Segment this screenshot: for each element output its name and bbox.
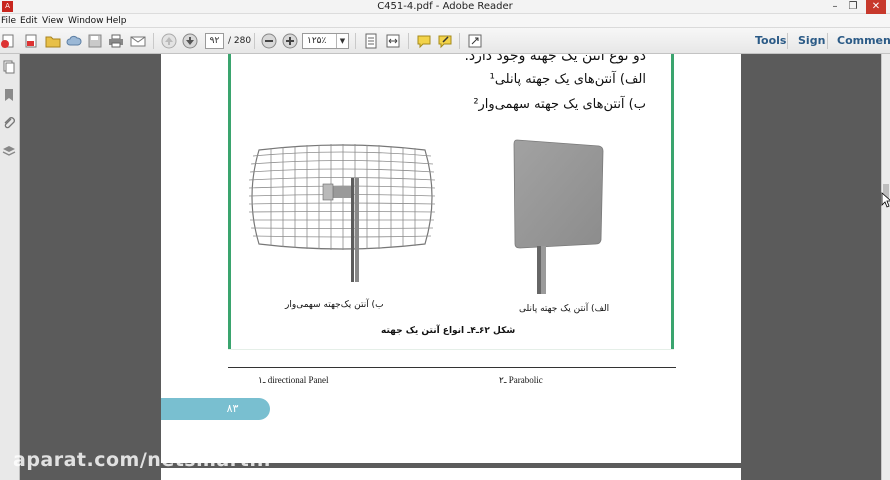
expand-icon[interactable] xyxy=(467,33,483,49)
zoom-select[interactable]: ۱۲۵٪ ▼ xyxy=(302,33,349,49)
mouse-cursor-icon xyxy=(881,192,890,208)
maximize-button[interactable]: ❐ xyxy=(844,0,862,14)
toolbar: ۹۲ / 280 ۱۲۵٪ ▼ Tools Sign Commen xyxy=(0,28,890,54)
previous-page-icon[interactable] xyxy=(161,33,177,49)
caption-panel-antenna: الف) آنتن یک جهته پانلی xyxy=(519,304,610,314)
tools-button[interactable]: Tools xyxy=(755,28,786,54)
attachments-icon[interactable] xyxy=(2,116,16,130)
watermark: aparat.com/netsmart.ir xyxy=(13,449,274,471)
sign-button[interactable]: Sign xyxy=(798,28,825,54)
menu-help[interactable]: Help xyxy=(106,14,127,28)
zoom-out-icon[interactable] xyxy=(261,33,277,49)
zoom-in-icon[interactable] xyxy=(282,33,298,49)
document-view[interactable]: دو نوع آنتن یک جهته وجود دارد. الف) آنتن… xyxy=(21,54,881,480)
menu-bar: File Edit View Window Help xyxy=(0,14,890,28)
create-pdf-alt-icon[interactable] xyxy=(23,33,39,49)
email-icon[interactable] xyxy=(130,33,146,49)
highlight-icon[interactable] xyxy=(437,33,453,49)
next-page-icon[interactable] xyxy=(182,33,198,49)
page-thumbnails-icon[interactable] xyxy=(2,60,16,74)
cloud-icon[interactable] xyxy=(66,33,82,49)
close-button[interactable]: ✕ xyxy=(866,0,886,14)
footnote-2: ۲ـ Parabolic xyxy=(499,375,543,385)
menu-view[interactable]: View xyxy=(42,14,63,28)
vertical-scrollbar[interactable] xyxy=(881,54,890,480)
open-folder-icon[interactable] xyxy=(45,33,61,49)
panel-antenna-image xyxy=(507,136,607,296)
bookmarks-icon[interactable] xyxy=(2,88,16,102)
title-bar: A C451-4.pdf - Adobe Reader – ❐ ✕ xyxy=(0,0,890,14)
print-icon[interactable] xyxy=(108,33,124,49)
body-line-3: ب) آنتن‌های یک جهته سهمی‌وار² xyxy=(473,97,646,112)
page-total: / 280 xyxy=(228,36,252,46)
body-line-1: دو نوع آنتن یک جهته وجود دارد. xyxy=(464,54,646,64)
navigation-pane xyxy=(0,54,20,480)
fit-width-icon[interactable] xyxy=(385,33,401,49)
frame-border-left xyxy=(228,54,231,350)
frame-border-right xyxy=(671,54,674,350)
create-pdf-icon[interactable] xyxy=(0,33,16,49)
minimize-button[interactable]: – xyxy=(826,0,844,14)
page-number-tab: ۸۳ xyxy=(161,398,270,420)
sticky-note-icon[interactable] xyxy=(416,33,432,49)
layers-icon[interactable] xyxy=(2,144,16,158)
zoom-value: ۱۲۵٪ xyxy=(307,36,327,46)
frame-border-bottom xyxy=(228,349,674,350)
window-title: C451-4.pdf - Adobe Reader xyxy=(377,1,513,12)
grid-parabolic-antenna-image xyxy=(247,142,437,292)
caption-grid-antenna: ب) آنتن یک‌جهته سهمی‌وار xyxy=(285,300,384,310)
fit-page-icon[interactable] xyxy=(363,33,379,49)
page-number: ۸۳ xyxy=(226,402,239,415)
body-line-2: الف) آنتن‌های یک جهته پانلی¹ xyxy=(489,72,646,87)
footnote-1: ۱ـ directional Panel xyxy=(258,375,329,385)
menu-edit[interactable]: Edit xyxy=(20,14,37,28)
footnote-rule xyxy=(228,367,676,368)
chevron-down-icon[interactable]: ▼ xyxy=(336,34,348,48)
adobe-reader-window: A C451-4.pdf - Adobe Reader – ❐ ✕ File E… xyxy=(0,0,890,480)
menu-window[interactable]: Window xyxy=(68,14,104,28)
save-icon[interactable] xyxy=(87,33,103,49)
pdf-page: دو نوع آنتن یک جهته وجود دارد. الف) آنتن… xyxy=(161,54,741,463)
figure-caption: شکل ۶۲ـ۴ـ انواع آنتن یک جهته xyxy=(381,326,516,336)
comment-button[interactable]: Comment xyxy=(837,28,890,54)
page-number-input[interactable]: ۹۲ xyxy=(205,33,224,49)
menu-file[interactable]: File xyxy=(1,14,16,28)
